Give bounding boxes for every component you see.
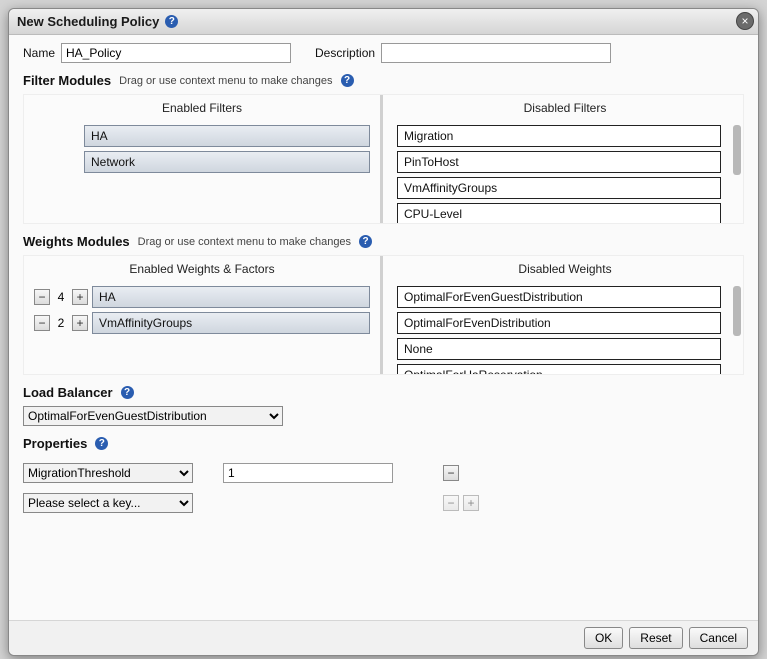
enabled-filters-title: Enabled Filters — [24, 95, 380, 121]
weights-modules-hint: Drag or use context menu to make changes — [138, 236, 351, 248]
disabled-weights-title: Disabled Weights — [387, 256, 743, 282]
enabled-weights-title: Enabled Weights & Factors — [24, 256, 380, 282]
property-key-select[interactable]: Please select a key... — [23, 493, 193, 513]
factor-decrease-button[interactable]: − — [34, 289, 50, 305]
property-row: Please select a key... − + — [23, 493, 744, 513]
filter-modules-header: Filter Modules Drag or use context menu … — [23, 73, 744, 88]
load-balancer-row: OptimalForEvenGuestDistribution — [23, 406, 744, 426]
weight-row: − 4 + HA — [34, 286, 370, 308]
scrollbar[interactable] — [733, 125, 741, 175]
property-row: MigrationThreshold − — [23, 463, 744, 483]
weight-item[interactable]: OptimalForEvenDistribution — [397, 312, 721, 334]
properties-title: Properties — [23, 436, 87, 451]
factor-increase-button[interactable]: + — [72, 289, 88, 305]
help-icon[interactable]: ? — [121, 386, 134, 399]
help-icon[interactable]: ? — [341, 74, 354, 87]
help-icon[interactable]: ? — [165, 15, 178, 28]
weights-modules-panel: Enabled Weights & Factors − 4 + HA − 2 +… — [23, 255, 744, 375]
load-balancer-title: Load Balancer — [23, 385, 113, 400]
load-balancer-header: Load Balancer ? — [23, 385, 744, 400]
help-icon[interactable]: ? — [95, 437, 108, 450]
dialog-body: Name Description Filter Modules Drag or … — [9, 35, 758, 620]
load-balancer-select[interactable]: OptimalForEvenGuestDistribution — [23, 406, 283, 426]
weight-item[interactable]: VmAffinityGroups — [92, 312, 370, 334]
weight-item[interactable]: OptimalForHaReservation — [397, 364, 721, 374]
dialog-footer: OK Reset Cancel — [9, 620, 758, 655]
disabled-weights-list: OptimalForEvenGuestDistribution OptimalF… — [387, 282, 743, 374]
properties-header: Properties ? — [23, 436, 744, 451]
close-icon[interactable]: × — [736, 12, 754, 30]
factor-decrease-button[interactable]: − — [34, 315, 50, 331]
property-add-button: + — [463, 495, 479, 511]
factor-value: 2 — [54, 316, 68, 330]
factor-increase-button[interactable]: + — [72, 315, 88, 331]
weight-item[interactable]: HA — [92, 286, 370, 308]
weights-modules-title: Weights Modules — [23, 234, 130, 249]
dialog-title: New Scheduling Policy — [17, 14, 159, 29]
description-input[interactable] — [381, 43, 611, 63]
property-remove-button: − — [443, 495, 459, 511]
filter-item[interactable]: CPU-Level — [397, 203, 721, 223]
filter-item[interactable]: VmAffinityGroups — [397, 177, 721, 199]
disabled-filters-column: Disabled Filters Migration PinToHost VmA… — [387, 95, 743, 223]
scrollbar[interactable] — [733, 286, 741, 336]
enabled-filters-list: HA Network — [24, 121, 380, 223]
weight-item[interactable]: None — [397, 338, 721, 360]
filter-modules-hint: Drag or use context menu to make changes — [119, 75, 332, 87]
dialog-new-scheduling-policy: New Scheduling Policy ? × Name Descripti… — [8, 8, 759, 656]
filter-modules-panel: Enabled Filters HA Network Disabled Filt… — [23, 94, 744, 224]
weight-item[interactable]: OptimalForEvenGuestDistribution — [397, 286, 721, 308]
enabled-weights-column: Enabled Weights & Factors − 4 + HA − 2 +… — [24, 256, 383, 374]
filter-item[interactable]: Migration — [397, 125, 721, 147]
property-value-input[interactable] — [223, 463, 393, 483]
name-input[interactable] — [61, 43, 291, 63]
name-description-row: Name Description — [23, 43, 744, 63]
enabled-filters-column: Enabled Filters HA Network — [24, 95, 383, 223]
property-key-select[interactable]: MigrationThreshold — [23, 463, 193, 483]
disabled-filters-list: Migration PinToHost VmAffinityGroups CPU… — [387, 121, 743, 223]
cancel-button[interactable]: Cancel — [689, 627, 748, 649]
weights-modules-header: Weights Modules Drag or use context menu… — [23, 234, 744, 249]
properties-area: MigrationThreshold − Please select a key… — [23, 463, 744, 513]
reset-button[interactable]: Reset — [629, 627, 682, 649]
property-remove-button[interactable]: − — [443, 465, 459, 481]
disabled-weights-column: Disabled Weights OptimalForEvenGuestDist… — [387, 256, 743, 374]
titlebar: New Scheduling Policy ? × — [9, 9, 758, 35]
factor-value: 4 — [54, 290, 68, 304]
ok-button[interactable]: OK — [584, 627, 623, 649]
filter-item[interactable]: PinToHost — [397, 151, 721, 173]
help-icon[interactable]: ? — [359, 235, 372, 248]
filter-modules-title: Filter Modules — [23, 73, 111, 88]
weight-row: − 2 + VmAffinityGroups — [34, 312, 370, 334]
enabled-weights-list: − 4 + HA − 2 + VmAffinityGroups — [24, 282, 380, 374]
filter-item[interactable]: Network — [84, 151, 370, 173]
name-label: Name — [23, 46, 55, 60]
description-label: Description — [315, 46, 375, 60]
disabled-filters-title: Disabled Filters — [387, 95, 743, 121]
filter-item[interactable]: HA — [84, 125, 370, 147]
